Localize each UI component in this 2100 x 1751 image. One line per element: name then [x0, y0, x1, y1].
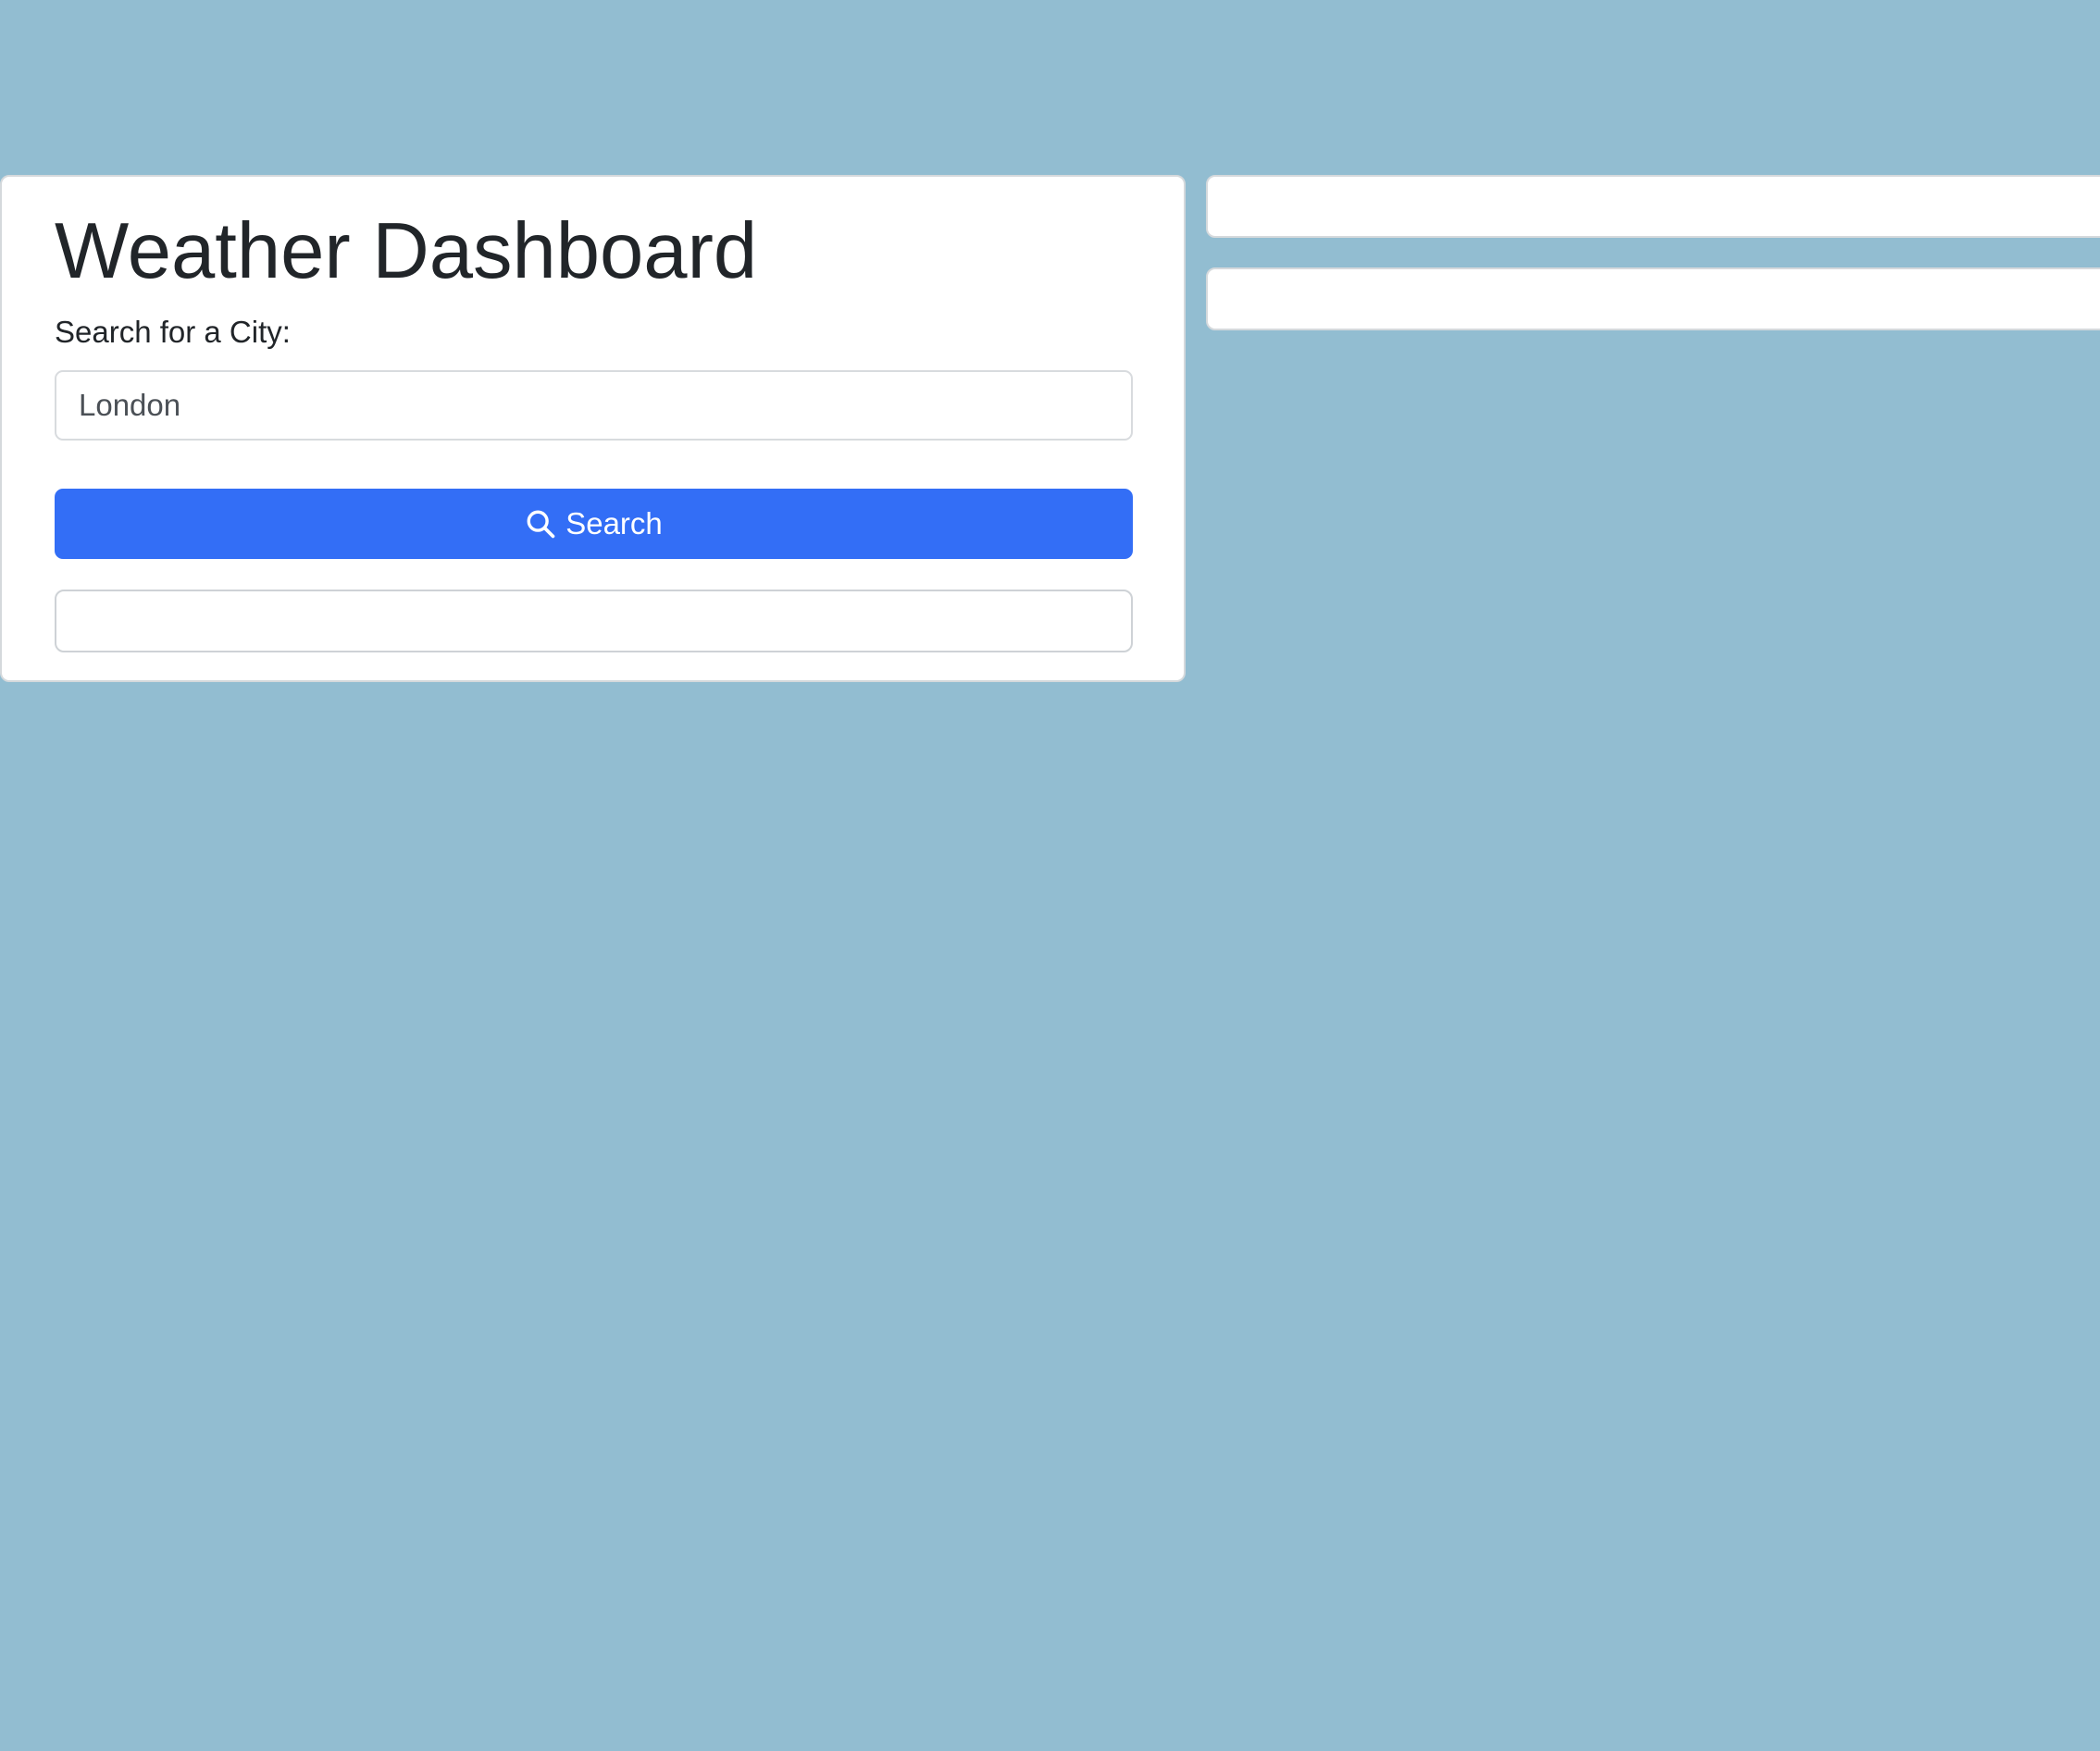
page-title: Weather Dashboard — [55, 207, 758, 295]
forecast-card — [1206, 267, 2100, 330]
search-label: Search for a City: — [55, 315, 291, 349]
search-button-label: Search — [565, 506, 663, 540]
current-weather-card — [1206, 175, 2100, 238]
search-button[interactable]: Search — [55, 489, 1133, 559]
search-panel: Weather Dashboard Search for a City: Sea… — [0, 175, 1186, 682]
city-search-input[interactable] — [55, 370, 1133, 441]
search-history-list — [55, 590, 1133, 652]
page: { "search_panel": { "title": "Weather Da… — [0, 0, 2100, 1751]
search-icon — [525, 508, 556, 540]
